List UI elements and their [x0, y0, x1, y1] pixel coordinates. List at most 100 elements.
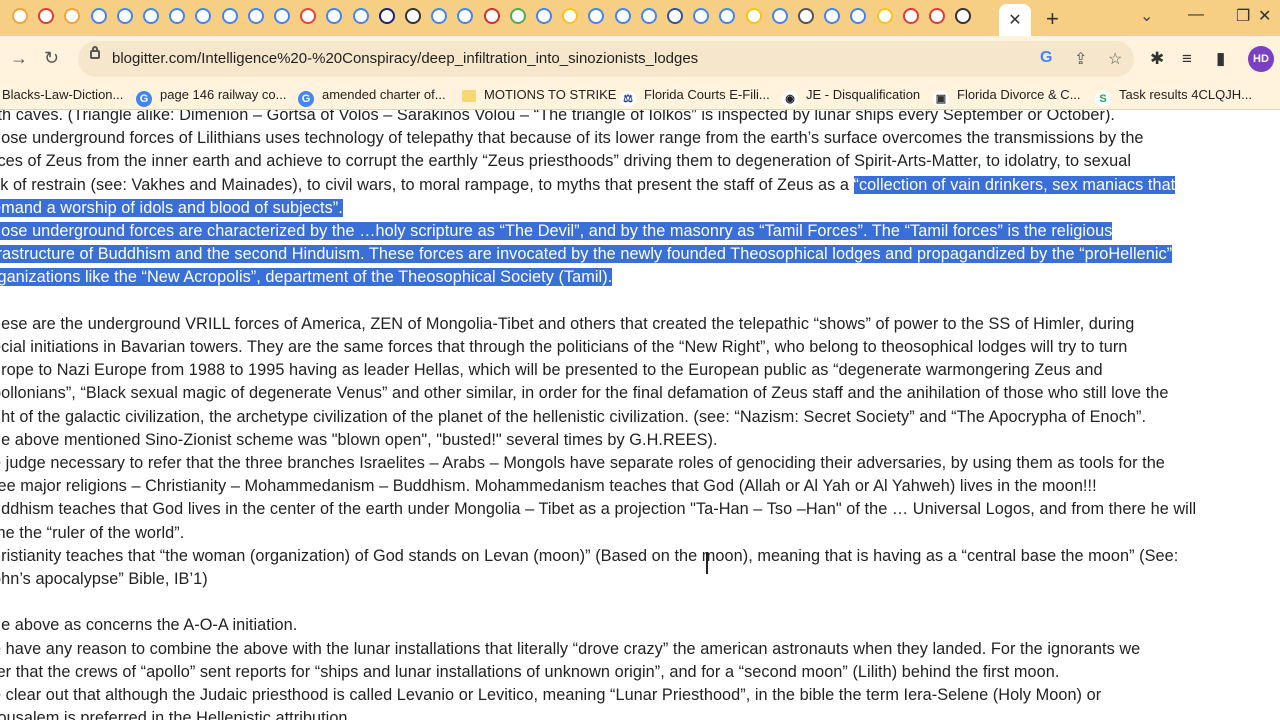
- document-line: hristianity teaches that “the woman (org…: [0, 547, 1178, 566]
- tab-favicon-icon[interactable]: [693, 8, 710, 24]
- forward-icon[interactable]: →: [10, 48, 28, 69]
- bookmark-item[interactable]: Gpage 146 railway co...: [136, 87, 286, 107]
- document-line: fer that the crews of “apollo” sent repo…: [0, 663, 1059, 682]
- new-tab-button[interactable]: +: [1046, 6, 1059, 32]
- tab-favicon-icon[interactable]: [90, 8, 107, 24]
- bookmark-item[interactable]: ▣ Florida Divorce & C...: [933, 87, 1081, 107]
- tab-favicon-icon[interactable]: [876, 8, 893, 24]
- tab-favicon-icon[interactable]: [798, 8, 814, 24]
- tab-favicon-icon[interactable]: [457, 8, 474, 24]
- google-translate-icon[interactable]: G: [1040, 49, 1052, 67]
- tab-favicon-icon[interactable]: [64, 8, 81, 24]
- tab-favicon-icon[interactable]: [536, 8, 552, 24]
- bookmark-label: page 146 railway co...: [160, 87, 287, 102]
- document-line: ohn’s apocalypse” Bible, IB’1): [0, 570, 208, 589]
- google-icon: G: [298, 91, 314, 107]
- lock-icon[interactable]: [90, 46, 100, 59]
- line-text: rces of Zeus from the inner earth and ac…: [0, 152, 1131, 171]
- document-line: urope to Nazi Europe from 1988 to 1995 h…: [0, 361, 1103, 380]
- share-icon[interactable]: ⇪: [1074, 49, 1087, 69]
- url-text[interactable]: blogitter.com/Intelligence%20-%20Conspir…: [112, 50, 698, 67]
- line-text: e judge necessary to refer that the thre…: [0, 454, 1165, 472]
- address-bar[interactable]: blogitter.com/Intelligence%20-%20Conspir…: [78, 41, 1134, 77]
- bookmark-item[interactable]: S Task results 4CLQJH...: [1095, 87, 1252, 107]
- tab-favicon-icon[interactable]: [405, 8, 421, 24]
- tab-favicon-icon[interactable]: [588, 8, 605, 24]
- bookmark-item[interactable]: ⚖ Florida Courts E-Fili...: [620, 87, 770, 107]
- media-control-icon[interactable]: ≡: [1182, 49, 1192, 69]
- line-text: fer that the crews of “apollo” sent repo…: [0, 662, 1060, 681]
- side-panel-icon[interactable]: ▮: [1216, 49, 1225, 69]
- tab-favicon-icon[interactable]: [562, 8, 579, 24]
- selected-text[interactable]: hose underground forces are characterize…: [0, 222, 1113, 240]
- tab-favicon-icon[interactable]: [116, 8, 133, 24]
- close-window-button[interactable]: ✕: [1258, 6, 1271, 26]
- bookmark-item[interactable]: ◉ JE - Disqualification: [782, 87, 920, 107]
- document-content: rth caves. (Triangle alike: Dimenion – G…: [0, 110, 1280, 720]
- bookmark-item[interactable]: Gamended charter of...: [298, 87, 446, 107]
- tab-favicon-icon[interactable]: [929, 8, 945, 24]
- tab-favicon-icon[interactable]: [221, 8, 238, 24]
- tab-favicon-icon[interactable]: [771, 8, 788, 24]
- tab-favicon-icon[interactable]: [378, 8, 395, 24]
- extensions-icon[interactable]: ✱: [1150, 49, 1164, 69]
- tab-favicon-icon[interactable]: [483, 8, 500, 24]
- document-line: ght of the galactic civilization, the ar…: [0, 408, 1146, 427]
- document-line: uddhism teaches that God lives in the ce…: [0, 500, 1196, 519]
- tab-favicon-icon[interactable]: [326, 8, 343, 24]
- minimize-button[interactable]: —: [1188, 6, 1204, 24]
- document-line: rganizations like the “New Acropolis”, d…: [0, 268, 613, 287]
- tab-favicon-icon[interactable]: [614, 8, 631, 24]
- tab-favicon-icon[interactable]: [169, 8, 186, 24]
- tab-favicon-icon[interactable]: [955, 8, 972, 24]
- line-text: ree major religions – Christianity – Moh…: [0, 477, 1097, 496]
- tab-favicon-icon[interactable]: [12, 8, 28, 24]
- line-text: rousalem is preferred in the Hellenistic…: [0, 709, 348, 720]
- document-line: hose underground forces are characterize…: [0, 222, 1113, 241]
- bookmark-star-icon[interactable]: ☆: [1108, 49, 1122, 69]
- document-line: e judge necessary to refer that the thre…: [0, 454, 1165, 473]
- bookmark-label: Blacks-Law-Diction...: [2, 87, 124, 102]
- selected-text[interactable]: rganizations like the “New Acropolis”, d…: [0, 268, 613, 287]
- tab-search-button[interactable]: ⌄: [1140, 6, 1153, 26]
- bookmark-item[interactable]: MOTIONS TO STRIKE: [462, 87, 616, 102]
- tab-favicon-icon[interactable]: [38, 8, 55, 24]
- document-line: rth caves. (Triangle alike: Dimenion – G…: [0, 110, 1115, 125]
- selected-text[interactable]: frastructure of Buddhism and the second …: [0, 245, 1173, 264]
- document-line: ree major religions – Christianity – Moh…: [0, 477, 1097, 496]
- tab-active[interactable]: ✕: [999, 4, 1031, 36]
- tab-favicon-icon[interactable]: [640, 8, 657, 24]
- bookmark-label: amended charter of...: [322, 87, 446, 102]
- restore-button[interactable]: ❐: [1236, 6, 1250, 26]
- line-text: me the “ruler of the world”.: [0, 523, 185, 542]
- courts-icon: ⚖: [620, 91, 636, 107]
- tab-strip: ✕ + ⌄ — ❐ ✕: [0, 0, 1280, 36]
- document-line: e have any reason to combine the above w…: [0, 640, 1140, 659]
- tab-favicon-icon[interactable]: [509, 8, 526, 24]
- selected-text[interactable]: “collection of vain drinkers, sex maniac…: [853, 175, 1176, 194]
- reload-icon[interactable]: ↻: [44, 48, 59, 69]
- line-text: e have any reason to combine the above w…: [0, 639, 1141, 658]
- line-text: pollonians”, “Black sexual magic of dege…: [0, 384, 1169, 403]
- tab-favicon-icon[interactable]: [247, 8, 264, 24]
- tab-favicon-icon[interactable]: [745, 8, 762, 24]
- folder-icon: [462, 90, 476, 102]
- close-tab-icon[interactable]: ✕: [1008, 10, 1021, 30]
- tab-favicon-icon[interactable]: [667, 8, 683, 24]
- tab-favicon-icon[interactable]: [274, 8, 290, 24]
- tab-favicon-icon[interactable]: [143, 8, 159, 24]
- bookmark-item[interactable]: Blacks-Law-Diction...: [2, 87, 123, 102]
- tab-favicon-icon[interactable]: [431, 8, 448, 24]
- tab-favicon-icon[interactable]: [850, 8, 867, 24]
- tab-favicon-icon[interactable]: [824, 8, 841, 24]
- tab-favicon-icon[interactable]: [195, 8, 212, 24]
- line-text: he above as concerns the A-O-A initiatio…: [0, 616, 298, 635]
- selected-text[interactable]: emand a worship of idols and blood of su…: [0, 198, 343, 217]
- profile-avatar[interactable]: HD: [1248, 46, 1274, 72]
- line-text: uddhism teaches that God lives in the ce…: [0, 500, 1197, 519]
- document-line: emand a worship of idols and blood of su…: [0, 198, 343, 218]
- tab-favicon-icon[interactable]: [300, 8, 317, 24]
- tab-favicon-icon[interactable]: [719, 8, 736, 24]
- tab-favicon-icon[interactable]: [902, 8, 919, 24]
- tab-favicon-icon[interactable]: [352, 8, 369, 24]
